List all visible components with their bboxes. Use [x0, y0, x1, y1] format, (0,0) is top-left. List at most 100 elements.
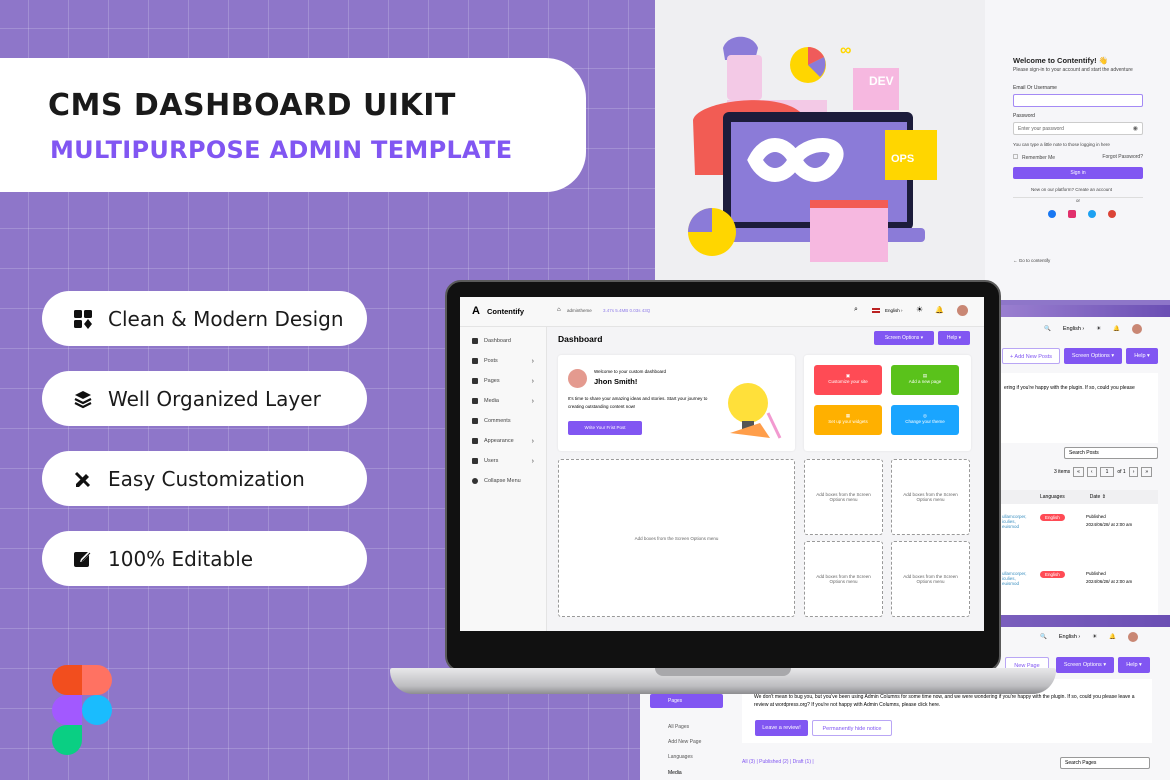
pencil-ruler-icon — [72, 468, 94, 490]
sidebar-item-pages[interactable]: Pages — [650, 694, 723, 708]
column-header[interactable]: Date ⇕ — [1090, 494, 1106, 504]
search-icon[interactable]: 🔍 — [1040, 634, 1047, 640]
language-selector[interactable]: English › — [885, 308, 903, 313]
notification-icon[interactable]: 🔔 — [1113, 326, 1120, 332]
help-button[interactable]: Help ▾ — [938, 331, 970, 345]
notice-text: We don't mean to bug you, but you've bee… — [754, 694, 1135, 708]
language-selector[interactable]: English › — [1063, 326, 1084, 332]
remember-label: Remember Me — [1022, 155, 1056, 161]
remember-checkbox[interactable]: Remember Me — [1013, 154, 1055, 161]
next-page-button[interactable]: › — [1128, 467, 1139, 477]
login-subtitle: Please sign-in to your account and start… — [1013, 67, 1133, 73]
add-page-tile[interactable]: ▤ Add a new page — [891, 365, 959, 395]
password-label: Password — [1013, 113, 1035, 119]
email-field[interactable] — [1013, 94, 1143, 107]
theme-toggle-icon[interactable]: ☀ — [1092, 634, 1097, 640]
help-button[interactable]: Help ▾ — [1126, 348, 1158, 364]
sidebar-item-media[interactable]: Media › — [460, 391, 546, 411]
users-icon — [472, 458, 478, 464]
sidebar-item-comments[interactable]: Comments — [460, 411, 546, 431]
eye-icon[interactable]: ◉ — [1133, 125, 1138, 132]
sidebar-item-label: Users — [484, 458, 499, 464]
brand-name[interactable]: Contentify — [487, 307, 524, 316]
language-selector[interactable]: English › — [1059, 634, 1080, 640]
sidebar-item-label: Media — [484, 398, 499, 404]
customize-site-tile[interactable]: ▣ Customize your site — [814, 365, 882, 395]
pagination: 3 items « ‹ 1 of 1 › » — [1054, 467, 1153, 477]
search-posts-input[interactable]: Search Posts — [1064, 447, 1158, 459]
sidebar-item-media[interactable]: Media — [668, 770, 682, 776]
go-back-link[interactable]: ← Go to contentify — [1013, 258, 1170, 263]
us-flag-icon — [872, 308, 880, 313]
widget-placeholder[interactable]: Add boxes from the Screen Options menu — [558, 459, 795, 617]
avatar[interactable] — [957, 305, 968, 316]
widget-placeholder[interactable]: Add boxes from the Screen Options menu — [891, 541, 970, 617]
widget-placeholder[interactable]: Add boxes from the Screen Options menu — [891, 459, 970, 535]
sidebar-item-pages[interactable]: Pages › — [460, 371, 546, 391]
last-page-button[interactable]: » — [1141, 467, 1153, 477]
create-account-link[interactable]: New on our platform? Create an account — [1031, 187, 1170, 192]
welcome-card: Welcome to your custom dashboard Jhon Sm… — [558, 355, 795, 451]
facebook-icon[interactable] — [1048, 210, 1056, 218]
theme-toggle-icon[interactable]: ☀ — [916, 305, 923, 314]
sign-in-button[interactable]: Sign in — [1013, 167, 1143, 179]
password-field[interactable]: Enter your password ◉ — [1013, 122, 1143, 135]
column-header[interactable]: Languages — [1040, 494, 1065, 504]
hide-notice-button[interactable]: Permanently hide notice — [812, 720, 892, 736]
submenu-all-pages[interactable]: All Pages — [668, 720, 701, 735]
page-input[interactable]: 1 — [1099, 467, 1115, 477]
hero-banner: CMS DASHBOARD UIKIT MULTIPURPOSE ADMIN T… — [0, 58, 586, 192]
login-note: You can type a little note to those logg… — [1013, 142, 1110, 147]
sidebar-item-posts[interactable]: Posts › — [460, 351, 546, 371]
theme-toggle-icon[interactable]: ☀ — [1096, 326, 1101, 332]
search-icon[interactable]: 🔍 — [1044, 326, 1051, 332]
leave-review-button[interactable]: Leave a review! — [755, 720, 808, 736]
sidebar-item-users[interactable]: Users › — [460, 451, 546, 471]
write-first-post-button[interactable]: Write Your Frist Post — [568, 421, 642, 435]
email-label: Email Or Username — [1013, 85, 1057, 91]
avatar[interactable] — [1128, 632, 1139, 642]
screen-options-button[interactable]: Screen Options ▾ — [874, 331, 934, 345]
forgot-password-link[interactable]: Forgot Password? — [1102, 154, 1143, 161]
notification-icon[interactable]: 🔔 — [935, 306, 944, 314]
widgets-tile[interactable]: ▦ Set up your widgets — [814, 405, 882, 435]
status-filters[interactable]: All (3) | Published (2) | Draft (1) | — [742, 759, 814, 765]
search-pages-input[interactable]: Search Pages — [1060, 757, 1150, 769]
twitter-icon[interactable] — [1088, 210, 1096, 218]
prev-page-button[interactable]: ‹ — [1086, 467, 1097, 477]
submenu-languages[interactable]: Languages — [668, 750, 701, 765]
instagram-icon[interactable] — [1068, 210, 1076, 218]
search-icon[interactable]: ⌕ — [854, 306, 858, 314]
first-page-button[interactable]: « — [1073, 467, 1084, 477]
sidebar-item-appearance[interactable]: Appearance › — [460, 431, 546, 451]
widget-placeholder[interactable]: Add boxes from the Screen Options menu — [804, 459, 883, 535]
site-link[interactable]: admintheme — [567, 308, 592, 313]
feature-label: 100% Editable — [108, 546, 254, 571]
notification-icon[interactable]: 🔔 — [1109, 634, 1116, 640]
help-button[interactable]: Help ▾ — [1118, 657, 1150, 673]
submenu-add-new-page[interactable]: Add New Page — [668, 735, 701, 750]
avatar[interactable] — [1132, 324, 1143, 334]
devops-illustration: ∞ DEV OPS — [655, 0, 985, 282]
sidebar-item-dashboard[interactable]: Dashboard — [460, 331, 546, 351]
screen-options-button[interactable]: Screen Options ▾ — [1056, 657, 1114, 673]
widget-placeholder[interactable]: Add boxes from the Screen Options menu — [804, 541, 883, 617]
sidebar: Dashboard Posts › Pages › Media › Comments … — [460, 327, 547, 631]
feature-label: Clean & Modern Design — [108, 306, 344, 331]
sidebar-collapse-menu[interactable]: Collapse Menu — [460, 471, 546, 491]
add-new-post-button[interactable]: + Add New Posts — [1002, 348, 1060, 364]
theme-tile[interactable]: ◎ Change your theme — [891, 405, 959, 435]
home-icon[interactable]: ⌂ — [557, 307, 561, 313]
screen-options-button[interactable]: Screen Options ▾ — [1064, 348, 1122, 364]
welcome-text: It's time to share your amazing ideas an… — [568, 396, 708, 409]
laptop-notch — [655, 668, 791, 676]
social-login — [1048, 210, 1170, 218]
feature-pill: Easy Customization — [42, 451, 367, 506]
perf-stats: 3.47s 5.4MB 0.03s 43Q — [603, 308, 651, 313]
google-icon[interactable] — [1108, 210, 1116, 218]
login-welcome: Welcome to Contentify! 👋 — [1013, 56, 1109, 65]
brush-icon — [472, 438, 478, 444]
feature-label: Well Organized Layer — [108, 386, 321, 411]
laptop-screen: A Contentify ⌂ admintheme 3.47s 5.4MB 0.… — [460, 297, 984, 631]
layers-icon — [72, 388, 94, 410]
